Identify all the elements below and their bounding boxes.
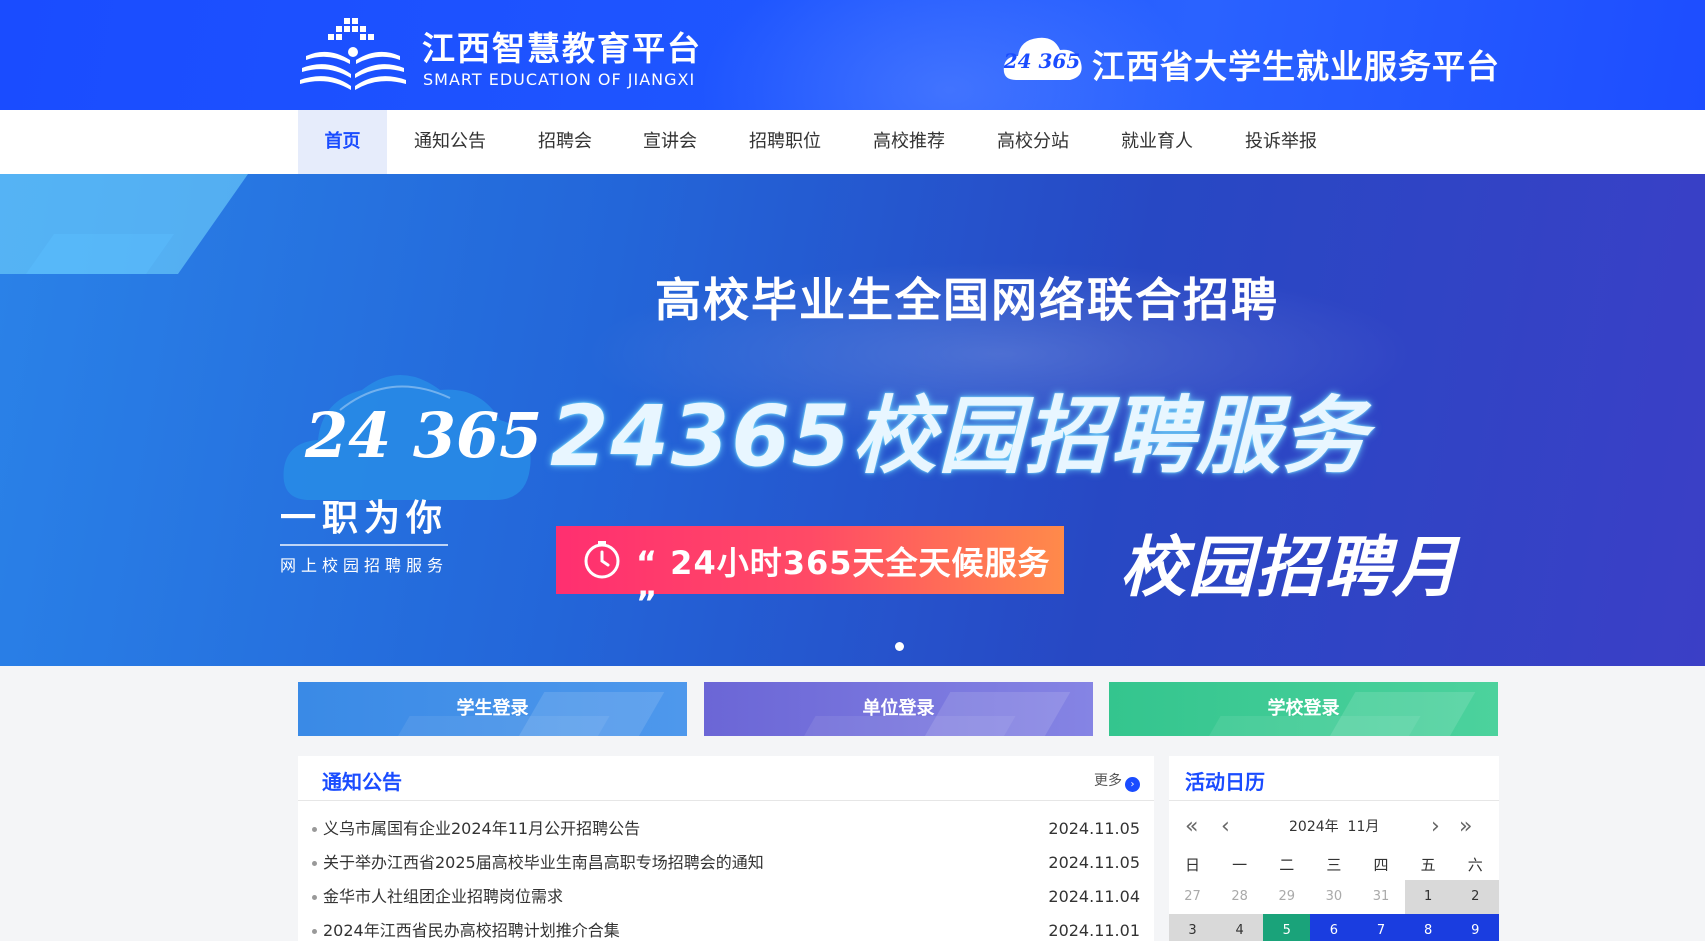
notice-panel-title: 通知公告 <box>322 770 402 794</box>
notice-item-title[interactable]: 关于举办江西省2025届高校毕业生南昌高职专场招聘会的通知 <box>323 853 764 872</box>
calendar-day[interactable]: 2 <box>1451 880 1499 914</box>
prev-year-icon[interactable]: « <box>1185 812 1198 842</box>
carousel-dot[interactable] <box>895 642 904 651</box>
notice-more-link[interactable]: 更多 › <box>1094 770 1140 792</box>
notice-item-date: 2024.11.01 <box>1048 921 1140 940</box>
notice-item-title[interactable]: 2024年江西省民办高校招聘计划推介合集 <box>323 921 620 940</box>
bullet-icon <box>312 929 317 934</box>
calendar-day[interactable]: 1 <box>1404 880 1452 914</box>
weekday-label: 三 <box>1326 856 1342 874</box>
cloud-24365-icon: 24 365 <box>1003 37 1082 80</box>
calendar-day[interactable]: 7 <box>1357 914 1405 941</box>
button-decoration <box>1197 716 1421 736</box>
calendar-day[interactable]: 28 <box>1216 880 1263 914</box>
notice-item-date: 2024.11.05 <box>1048 853 1140 872</box>
calendar-week-row: 3 4 5 6 7 8 9 <box>1169 914 1499 941</box>
nav-complaints[interactable]: 投诉举报 <box>1236 110 1326 174</box>
notice-item[interactable]: 义乌市属国有企业2024年11月公开招聘公告 2024.11.05 <box>312 812 1140 846</box>
nav-university-recommend[interactable]: 高校推荐 <box>864 110 954 174</box>
calendar-day[interactable]: 27 <box>1169 880 1216 914</box>
banner-pill-text: “ 24小时365天全天候服务 ” <box>636 544 1051 622</box>
banner-main-text: 24365校园招聘服务 <box>550 387 1369 485</box>
calendar-day[interactable]: 29 <box>1263 880 1310 914</box>
calendar-day[interactable]: 9 <box>1451 914 1499 941</box>
divider <box>298 800 1154 801</box>
cloud-24365-text: 24 365 <box>1003 49 1081 73</box>
nav-notices[interactable]: 通知公告 <box>405 110 495 174</box>
banner-sub-slogan: 网上校园招聘服务 <box>280 544 449 576</box>
school-login-label: 学校登录 <box>1267 698 1340 719</box>
calendar-year: 2024年 <box>1289 819 1339 835</box>
next-year-icon[interactable]: » <box>1459 812 1472 842</box>
calendar-title: 活动日历 <box>1185 770 1265 794</box>
notice-item-title[interactable]: 义乌市属国有企业2024年11月公开招聘公告 <box>323 819 640 838</box>
student-login-label: 学生登录 <box>456 698 529 719</box>
bullet-icon <box>312 895 317 900</box>
nav-university-branches[interactable]: 高校分站 <box>988 110 1078 174</box>
prev-month-icon[interactable]: ‹ <box>1221 812 1230 842</box>
calendar-header: « ‹ 2024年 11月 › » <box>1169 812 1499 842</box>
button-decoration <box>386 716 610 736</box>
notice-item[interactable]: 金华市人社组团企业招聘岗位需求 2024.11.04 <box>312 880 1140 914</box>
nav-home[interactable]: 首页 <box>298 110 387 174</box>
activity-calendar: 活动日历 « ‹ 2024年 11月 › » 日 一 二 三 四 五 六 27 … <box>1169 756 1499 941</box>
weekday-label: 日 <box>1185 856 1201 874</box>
banner-cloud-number: 24 365 <box>305 399 543 472</box>
banner-slogan: 一职为你 <box>280 498 449 539</box>
weekday-label: 六 <box>1467 856 1483 874</box>
notice-item-date: 2024.11.05 <box>1048 819 1140 838</box>
hero-banner[interactable]: 高校毕业生全国网络联合招聘 24 365 一职为你 网上校园招聘服务 24365… <box>0 174 1705 666</box>
notice-item-title[interactable]: 金华市人社组团企业招聘岗位需求 <box>323 887 563 906</box>
calendar-month: 11月 <box>1347 819 1380 835</box>
banner-month-text: 校园招聘月 <box>1120 529 1460 606</box>
brand-name-en[interactable]: SMART EDUCATION OF JIANGXI <box>423 70 695 89</box>
banner-service-pill: “ 24小时365天全天候服务 ” <box>556 526 1064 622</box>
school-login-button[interactable]: 学校登录 <box>1109 682 1498 736</box>
weekday-label: 四 <box>1373 856 1389 874</box>
calendar-day[interactable]: 4 <box>1216 914 1264 941</box>
nav-employment-education[interactable]: 就业育人 <box>1112 110 1202 174</box>
calendar-day[interactable]: 31 <box>1358 880 1405 914</box>
nav-job-fairs[interactable]: 招聘会 <box>520 110 610 174</box>
unit-login-label: 单位登录 <box>862 698 935 719</box>
divider <box>1169 800 1499 801</box>
book-logo-icon[interactable] <box>298 16 408 92</box>
calendar-day[interactable]: 8 <box>1404 914 1452 941</box>
calendar-day[interactable]: 6 <box>1310 914 1358 941</box>
unit-login-button[interactable]: 单位登录 <box>704 682 1093 736</box>
platform-title[interactable]: 江西省大学生就业服务平台 <box>1092 40 1500 88</box>
arrow-right-icon: › <box>1125 777 1140 792</box>
notice-item[interactable]: 2024年江西省民办高校招聘计划推介合集 2024.11.01 <box>312 914 1140 941</box>
banner-title: 高校毕业生全国网络联合招聘 <box>655 273 1279 327</box>
weekday-label: 二 <box>1279 856 1295 874</box>
notice-item-date: 2024.11.04 <box>1048 887 1140 906</box>
brand-name-cn[interactable]: 江西智慧教育平台 <box>422 22 702 70</box>
bullet-icon <box>312 861 317 866</box>
weekday-label: 五 <box>1420 856 1436 874</box>
calendar-weekdays: 日 一 二 三 四 五 六 <box>1169 854 1499 875</box>
nav-presentations[interactable]: 宣讲会 <box>625 110 715 174</box>
more-label: 更多 <box>1094 773 1122 789</box>
weekday-label: 一 <box>1232 856 1248 874</box>
main-nav: 首页 通知公告 招聘会 宣讲会 招聘职位 高校推荐 高校分站 就业育人 投诉举报 <box>0 110 1705 174</box>
calendar-day[interactable]: 30 <box>1310 880 1357 914</box>
site-header: 江西智慧教育平台 SMART EDUCATION OF JIANGXI 24 3… <box>0 0 1705 110</box>
button-decoration <box>792 716 1016 736</box>
calendar-day[interactable]: 3 <box>1169 914 1217 941</box>
student-login-button[interactable]: 学生登录 <box>298 682 687 736</box>
calendar-month-label: 2024年 11月 <box>1289 812 1379 842</box>
bullet-icon <box>312 827 317 832</box>
calendar-week-row: 27 28 29 30 31 1 2 <box>1169 880 1499 914</box>
next-month-icon[interactable]: › <box>1431 812 1440 842</box>
notice-item[interactable]: 关于举办江西省2025届高校毕业生南昌高职专场招聘会的通知 2024.11.05 <box>312 846 1140 880</box>
nav-job-positions[interactable]: 招聘职位 <box>740 110 830 174</box>
notice-panel: 通知公告 更多 › 义乌市属国有企业2024年11月公开招聘公告 2024.11.… <box>298 756 1154 941</box>
clock-icon <box>584 541 620 579</box>
calendar-day-today[interactable]: 5 <box>1263 914 1311 941</box>
